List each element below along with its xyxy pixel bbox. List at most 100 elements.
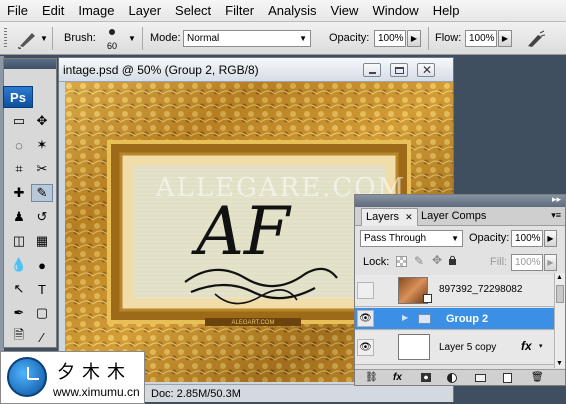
minimize-button[interactable] xyxy=(363,63,381,77)
photoshop-window: File Edit Image Layer Select Filter Anal… xyxy=(0,0,566,404)
marquee-tool-icon[interactable]: ▭ xyxy=(8,112,30,130)
lock-all-icon[interactable] xyxy=(448,255,457,265)
brush-tool-icon[interactable]: ✎ xyxy=(31,184,53,202)
menu-edit[interactable]: Edit xyxy=(35,0,71,22)
lasso-tool-icon[interactable]: ◌ xyxy=(8,136,30,154)
crop-tool-icon[interactable]: ⌗ xyxy=(8,160,30,178)
lock-transparency-icon[interactable] xyxy=(396,256,407,267)
chevron-down-icon[interactable]: ▾ xyxy=(539,342,543,350)
folder-icon[interactable] xyxy=(475,374,486,382)
mode-value: Normal xyxy=(187,33,220,44)
scroll-down-arrow-icon[interactable]: ▼ xyxy=(556,360,563,367)
fill-label: Fill: xyxy=(490,256,508,268)
eyedropper-icon[interactable]: ⁄ xyxy=(31,328,53,346)
menu-layer[interactable]: Layer xyxy=(122,0,169,22)
menu-file[interactable]: File xyxy=(0,0,35,22)
visibility-toggle[interactable]: 👁 xyxy=(357,310,374,327)
panel-opacity-label: Opacity: xyxy=(469,232,510,244)
fill-slider-button[interactable]: ▶ xyxy=(544,254,557,271)
link-icon[interactable]: ⛓ xyxy=(365,372,378,383)
flow-slider-button[interactable]: ▶ xyxy=(498,30,512,47)
pen-tool-icon[interactable]: ✒ xyxy=(8,304,30,322)
panel-opacity-slider-button[interactable]: ▶ xyxy=(544,230,557,247)
opacity-input[interactable]: 100% xyxy=(374,30,406,47)
clone-stamp-icon[interactable]: ♟ xyxy=(8,208,30,226)
close-icon[interactable]: ✕ xyxy=(405,212,413,222)
blend-mode-select[interactable]: Pass Through ▼ xyxy=(360,230,463,247)
maximize-button[interactable] xyxy=(390,63,408,77)
scroll-thumb[interactable] xyxy=(556,285,564,303)
magic-wand-icon[interactable]: ✶ xyxy=(31,136,53,154)
dodge-tool-icon[interactable]: ● xyxy=(31,256,53,274)
menu-window[interactable]: Window xyxy=(365,0,425,22)
lock-pixels-icon[interactable]: ✎ xyxy=(414,254,424,268)
panel-opacity-input[interactable]: 100% xyxy=(511,230,543,247)
menu-view[interactable]: View xyxy=(323,0,365,22)
chevron-right-icon: ▶ xyxy=(547,234,554,243)
visibility-toggle[interactable] xyxy=(357,282,374,299)
fill-input[interactable]: 100% xyxy=(511,254,543,271)
doc-size-status[interactable]: Doc: 2.85M/50.3M xyxy=(151,388,241,400)
fx-icon[interactable]: fx xyxy=(393,372,402,383)
chevron-down-icon[interactable]: ▼ xyxy=(40,34,48,43)
notes-tool-icon[interactable]: 🗎 xyxy=(8,327,30,346)
ps-logo[interactable]: Ps xyxy=(3,86,33,108)
shape-tool-icon[interactable]: ▢ xyxy=(31,304,53,322)
tab-layer-comps[interactable]: Layer Comps xyxy=(417,208,490,226)
blur-tool-icon[interactable]: 💧 xyxy=(8,256,30,274)
path-select-icon[interactable]: ↖ xyxy=(8,280,30,298)
airbrush-icon[interactable] xyxy=(524,28,548,50)
flow-value: 100% xyxy=(469,33,495,44)
healing-brush-icon[interactable]: ✚ xyxy=(8,184,30,202)
menu-analysis[interactable]: Analysis xyxy=(261,0,323,22)
tab-layers[interactable]: Layers ✕ xyxy=(361,208,418,226)
gradient-tool-icon[interactable]: ▦ xyxy=(31,232,53,250)
opacity-slider-button[interactable]: ▶ xyxy=(407,30,421,47)
scroll-up-arrow-icon[interactable]: ▲ xyxy=(556,274,563,281)
layer-row[interactable]: 👁 Layer 5 copy fx ▾ xyxy=(355,331,555,365)
new-layer-icon[interactable] xyxy=(503,373,512,383)
panel-title-strip[interactable]: ▸▸ xyxy=(355,194,565,207)
close-button[interactable]: ✕ xyxy=(417,63,435,77)
fx-icon[interactable]: fx xyxy=(521,339,532,353)
plaque-text: ALEGART.COM xyxy=(232,320,275,326)
logo-icon xyxy=(7,357,47,397)
move-tool-icon[interactable]: ✥ xyxy=(31,112,53,130)
panel-opacity-value: 100% xyxy=(515,233,541,244)
trash-icon[interactable]: 🗑 xyxy=(531,372,544,383)
mode-select[interactable]: Normal ▼ xyxy=(183,30,311,47)
brush-picker-chevron-icon[interactable]: ▼ xyxy=(128,34,136,43)
layer-row[interactable]: 897392_72298082 xyxy=(355,275,555,307)
options-bar: ▼ Brush: 60 ▼ Mode: Normal ▼ Opacity: 10… xyxy=(0,22,566,55)
eraser-tool-icon[interactable]: ◫ xyxy=(8,232,30,250)
document-title: intage.psd @ 50% (Group 2, RGB/8) xyxy=(63,63,259,77)
document-title-bar[interactable]: intage.psd @ 50% (Group 2, RGB/8) ✕ xyxy=(59,58,453,82)
mode-label: Mode: xyxy=(150,32,181,44)
expand-triangle-icon[interactable]: ▶ xyxy=(402,313,408,322)
panel-tabs: Layers ✕ Layer Comps ▾≡ xyxy=(355,207,565,226)
menu-image[interactable]: Image xyxy=(71,0,121,22)
menu-select[interactable]: Select xyxy=(168,0,218,22)
blend-mode-value: Pass Through xyxy=(364,233,427,244)
collapse-icon[interactable]: ▸▸ xyxy=(552,194,561,205)
eye-icon: 👁 xyxy=(359,342,372,353)
mask-icon[interactable] xyxy=(421,373,431,382)
slice-tool-icon[interactable]: ✂ xyxy=(31,160,53,178)
adjustment-icon[interactable] xyxy=(447,373,457,383)
history-brush-icon[interactable]: ↺ xyxy=(31,208,53,226)
eye-icon: 👁 xyxy=(359,313,372,324)
brush-tool-preset-icon[interactable] xyxy=(16,28,40,50)
layer-row-selected[interactable]: 👁 ▶ Group 2 xyxy=(355,308,555,330)
menu-filter[interactable]: Filter xyxy=(218,0,261,22)
chevron-down-icon: ▼ xyxy=(299,34,307,43)
fill-value: 100% xyxy=(515,257,541,268)
lock-position-icon[interactable]: ✥ xyxy=(432,253,442,267)
panel-menu-icon[interactable]: ▾≡ xyxy=(551,210,561,221)
type-tool-icon[interactable]: T xyxy=(31,280,53,298)
layers-scrollbar[interactable]: ▲ ▼ xyxy=(554,273,565,368)
flow-input[interactable]: 100% xyxy=(465,30,497,47)
visibility-toggle[interactable]: 👁 xyxy=(357,339,374,356)
toolbox-header[interactable] xyxy=(4,59,56,69)
brush-dot-icon[interactable] xyxy=(109,29,115,35)
menu-help[interactable]: Help xyxy=(426,0,467,22)
